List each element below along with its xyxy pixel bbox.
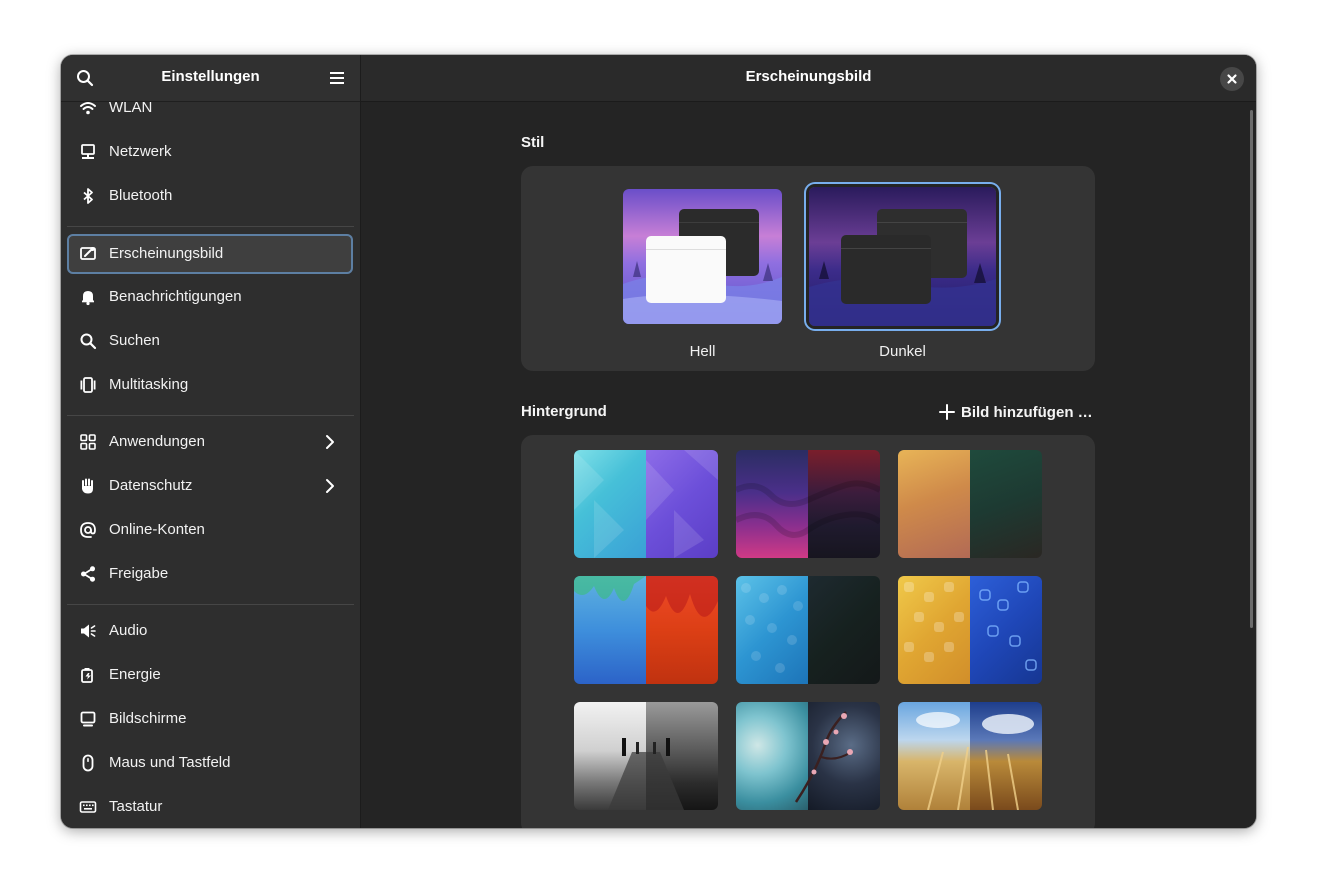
wallpaper-thumbnail[interactable] <box>898 450 1042 558</box>
sidebar-item-label: Bildschirme <box>109 710 187 727</box>
sidebar-list: WLAN Netzwerk Bluetooth Erscheinungsbild… <box>61 101 360 828</box>
chevron-right-icon <box>326 435 334 449</box>
sidebar-item-label: Tastatur <box>109 798 163 815</box>
background-section-title: Hintergrund <box>521 403 607 420</box>
hamburger-menu-icon[interactable] <box>327 68 347 88</box>
network-icon <box>81 144 95 159</box>
sidebar-item-label: WLAN <box>109 101 153 116</box>
scrollbar[interactable] <box>1250 110 1253 628</box>
hand-icon <box>82 478 93 494</box>
sidebar-separator <box>67 226 354 227</box>
sidebar-item-online-konten[interactable]: Online-Konten <box>67 511 353 549</box>
style-card: Hell Dunkel <box>521 166 1095 371</box>
sidebar-item-bildschirme[interactable]: Bildschirme <box>67 700 353 738</box>
sidebar-item-audio[interactable]: Audio <box>67 612 353 650</box>
wallpaper-pattern <box>741 583 803 673</box>
sidebar-title: Einstellungen <box>161 68 260 85</box>
style-option-label: Dunkel <box>879 343 926 360</box>
close-button[interactable] <box>1220 67 1244 91</box>
wallpaper-pattern <box>608 738 684 810</box>
multitasking-icon <box>80 377 96 393</box>
wallpaper-thumbnail[interactable] <box>898 702 1042 810</box>
light-style-preview <box>623 189 782 324</box>
sidebar-item-label: Netzwerk <box>109 143 172 160</box>
wallpaper-thumbnail[interactable] <box>736 450 880 558</box>
sidebar-item-label: Anwendungen <box>109 433 205 450</box>
apps-grid-icon <box>80 434 96 450</box>
battery-icon <box>81 668 93 683</box>
sidebar-item-erscheinungsbild[interactable]: Erscheinungsbild <box>67 234 353 274</box>
bluetooth-icon <box>83 188 93 204</box>
sidebar-item-label: Energie <box>109 666 161 683</box>
sidebar: Einstellungen WLAN Netzwerk Bluetooth Er… <box>61 55 361 828</box>
keyboard-icon <box>79 801 97 813</box>
sidebar-item-label: Maus und Tastfeld <box>109 754 231 771</box>
sidebar-item-label: Benachrichtigungen <box>109 288 242 305</box>
sidebar-item-label: Erscheinungsbild <box>109 245 224 262</box>
display-icon <box>80 711 96 727</box>
wallpaper-card <box>521 435 1095 828</box>
sidebar-item-label: Bluetooth <box>109 187 173 204</box>
plus-icon <box>939 404 955 420</box>
mouse-icon <box>82 754 94 772</box>
sidebar-item-label: Freigabe <box>109 565 169 582</box>
sidebar-item-netzwerk[interactable]: Netzwerk <box>67 133 353 171</box>
appearance-icon <box>80 247 96 260</box>
sidebar-item-benachrichtigungen[interactable]: Benachrichtigungen <box>67 278 353 316</box>
wallpaper-thumbnail[interactable] <box>574 450 718 558</box>
sidebar-item-label: Multitasking <box>109 376 189 393</box>
dark-style-preview <box>809 187 996 326</box>
sidebar-item-bluetooth[interactable]: Bluetooth <box>67 177 353 215</box>
wallpaper-pattern <box>574 450 718 558</box>
wallpaper-thumbnail[interactable] <box>898 576 1042 684</box>
sidebar-item-label: Online-Konten <box>109 521 205 538</box>
sidebar-separator <box>67 604 354 605</box>
content-header: Erscheinungsbild <box>361 55 1256 102</box>
sidebar-item-label: Suchen <box>109 332 160 349</box>
bell-icon <box>82 291 94 306</box>
wallpaper-thumbnail[interactable] <box>574 702 718 810</box>
at-icon <box>80 522 96 538</box>
wallpaper-thumbnail[interactable] <box>574 576 718 684</box>
wallpaper-pattern <box>916 712 1034 810</box>
sidebar-header: Einstellungen <box>61 55 360 102</box>
sidebar-item-freigabe[interactable]: Freigabe <box>67 555 353 593</box>
wallpaper-thumbnail[interactable] <box>736 702 880 810</box>
sidebar-item-wlan[interactable]: WLAN <box>67 101 353 127</box>
sidebar-item-tastatur[interactable]: Tastatur <box>67 788 353 826</box>
sidebar-item-label: Audio <box>109 622 148 639</box>
share-icon <box>81 566 95 582</box>
close-icon <box>1227 74 1237 84</box>
sidebar-item-multitasking[interactable]: Multitasking <box>67 366 353 404</box>
add-image-label: Bild hinzufügen … <box>961 404 1093 421</box>
sidebar-item-suchen[interactable]: Suchen <box>67 322 353 360</box>
wallpaper-pattern <box>794 711 853 803</box>
chevron-right-icon <box>326 479 334 493</box>
sidebar-item-anwendungen[interactable]: Anwendungen <box>67 423 353 461</box>
style-thumbnail-light <box>623 189 782 324</box>
sidebar-separator <box>67 415 354 416</box>
style-section-title: Stil <box>521 134 545 151</box>
wifi-icon <box>80 102 96 115</box>
wallpaper-pattern <box>574 576 718 617</box>
page-title: Erscheinungsbild <box>745 68 872 85</box>
sidebar-item-maus-und-tastfeld[interactable]: Maus und Tastfeld <box>67 744 353 782</box>
sidebar-item-datenschutz[interactable]: Datenschutz <box>67 467 353 505</box>
wallpaper-pattern <box>736 480 880 538</box>
style-thumbnail-dark <box>809 187 996 326</box>
content-pane: Erscheinungsbild Stil Hell Dunkel Hinter… <box>361 55 1256 828</box>
sidebar-item-label: Datenschutz <box>109 477 193 494</box>
wallpaper-pattern <box>904 581 1037 671</box>
settings-window: Einstellungen WLAN Netzwerk Bluetooth Er… <box>61 55 1256 828</box>
wallpaper-thumbnail[interactable] <box>736 576 880 684</box>
speaker-icon <box>81 624 96 638</box>
style-option-label: Hell <box>689 343 716 360</box>
search-icon <box>80 333 97 350</box>
sidebar-item-energie[interactable]: Energie <box>67 656 353 694</box>
